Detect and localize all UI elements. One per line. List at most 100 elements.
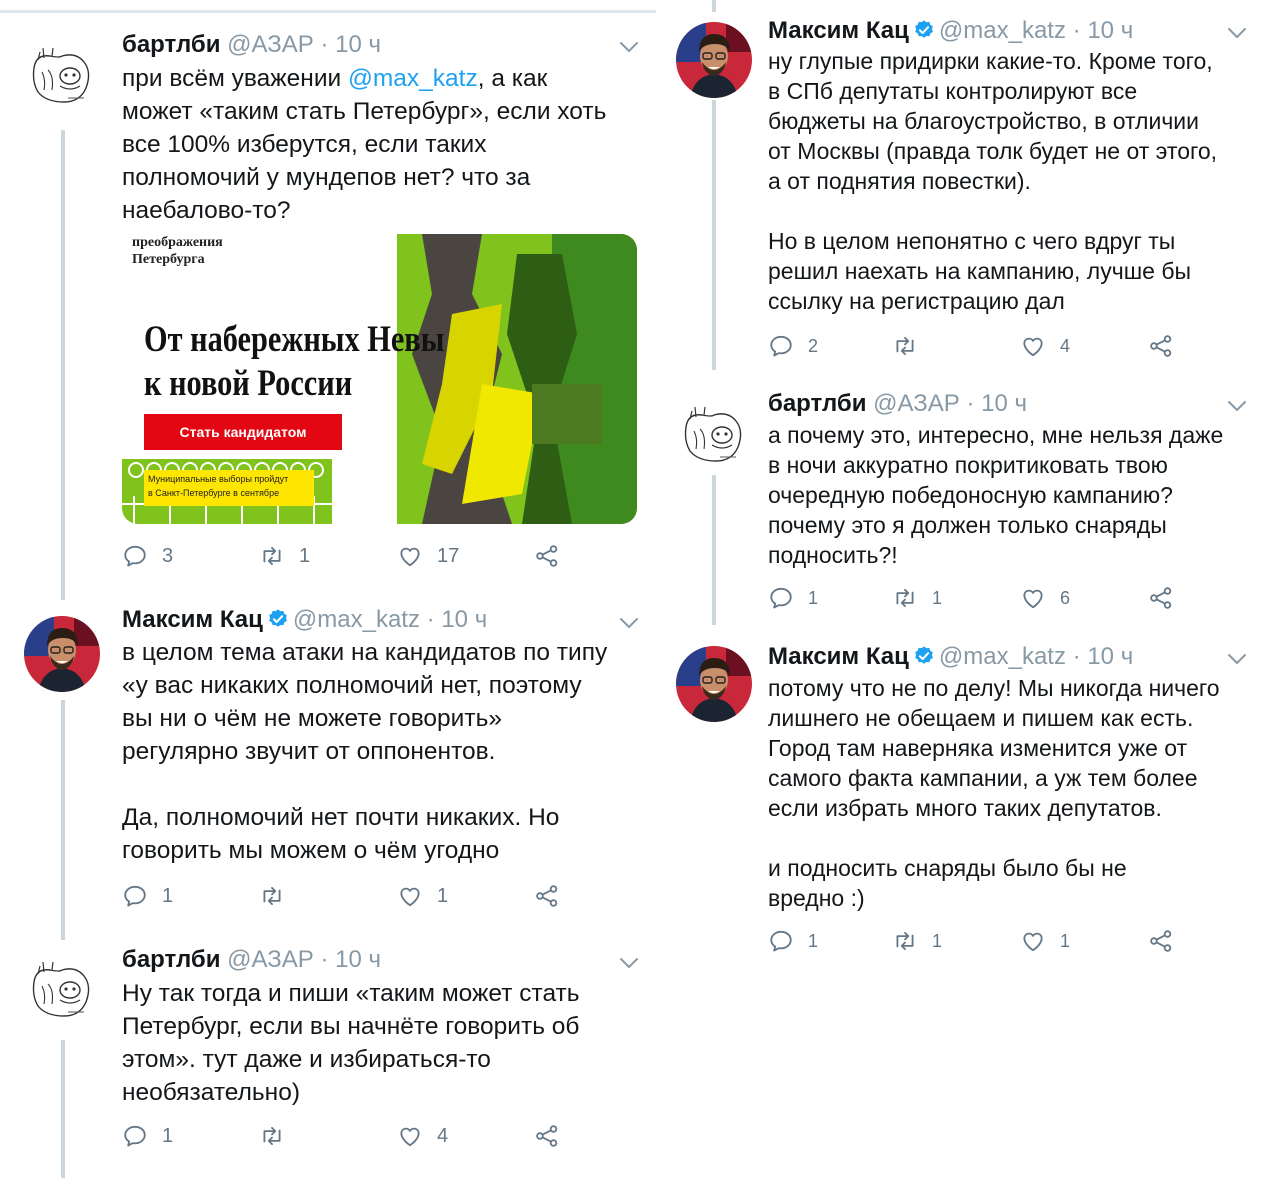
tweet-header: Максим Кац @max_katz · 10 ч: [768, 642, 1133, 672]
avatar[interactable]: [24, 38, 100, 114]
author-handle[interactable]: @max_katz: [939, 17, 1066, 44]
timestamp[interactable]: 10 ч: [441, 606, 487, 633]
separator-dot: ·: [1072, 643, 1081, 670]
author-name[interactable]: Максим Кац: [768, 17, 909, 44]
author-handle[interactable]: @АЗАР: [873, 390, 960, 417]
tweet-header: бартлби @АЗАР · 10 ч: [768, 389, 1027, 419]
author-name[interactable]: бартлби: [122, 31, 220, 58]
avatar[interactable]: [24, 616, 100, 692]
author-handle[interactable]: @max_katz: [293, 606, 420, 633]
like-button[interactable]: 4: [1020, 333, 1070, 359]
avatar-drawing-icon: [24, 38, 100, 114]
tweet-header: Максим Кац @max_katz · 10 ч: [122, 605, 487, 635]
share-icon: [1148, 928, 1174, 954]
author-handle[interactable]: @АЗАР: [227, 31, 314, 58]
retweet-button[interactable]: [259, 883, 299, 909]
retweet-button[interactable]: [892, 333, 932, 359]
tweet-actions: 1 1 6: [768, 585, 1268, 615]
author-name[interactable]: бартлби: [122, 946, 220, 973]
separator-dot: ·: [320, 31, 329, 58]
avatar[interactable]: [24, 952, 100, 1028]
avatar[interactable]: [676, 397, 752, 473]
retweet-button[interactable]: 1: [892, 585, 942, 611]
reply-button[interactable]: 1: [768, 928, 818, 954]
mention-link[interactable]: @max_katz: [348, 65, 478, 92]
author-name[interactable]: Максим Кац: [768, 643, 909, 670]
like-button[interactable]: 17: [397, 543, 459, 569]
like-button[interactable]: 4: [397, 1123, 448, 1149]
retweet-icon: [892, 928, 918, 954]
timestamp[interactable]: 10 ч: [1087, 17, 1133, 44]
retweet-icon: [259, 1123, 285, 1149]
like-button[interactable]: 6: [1020, 585, 1070, 611]
share-button[interactable]: [534, 883, 574, 909]
avatar[interactable]: [676, 646, 752, 722]
author-handle[interactable]: @max_katz: [939, 643, 1066, 670]
like-count: 17: [437, 544, 460, 567]
left-screenshot-panel: бартлби @АЗАР · 10 ч при всём уважении @…: [0, 0, 656, 1178]
like-count: 4: [437, 1124, 449, 1147]
author-name[interactable]: Максим Кац: [122, 606, 263, 633]
chevron-down-icon[interactable]: [1226, 652, 1248, 666]
timestamp[interactable]: 10 ч: [1087, 643, 1133, 670]
tweet: бартлби @АЗАР · 10 ч при всём уважении @…: [0, 0, 656, 590]
share-button[interactable]: [534, 1123, 574, 1149]
retweet-icon: [892, 333, 918, 359]
retweet-icon: [892, 585, 918, 611]
share-button[interactable]: [1148, 333, 1188, 359]
tweet-header: бартлби @АЗАР · 10 ч: [122, 30, 381, 60]
reply-button[interactable]: 3: [122, 543, 173, 569]
timestamp[interactable]: 10 ч: [335, 31, 381, 58]
timestamp[interactable]: 10 ч: [335, 946, 381, 973]
like-count: 1: [1060, 930, 1071, 951]
tweet-header: Максим Кац @max_katz · 10 ч: [768, 16, 1133, 46]
retweet-count: 1: [932, 587, 943, 608]
tweet-header: бартлби @АЗАР · 10 ч: [122, 945, 381, 975]
share-button[interactable]: [1148, 585, 1188, 611]
reply-button[interactable]: 2: [768, 333, 818, 359]
tweet-text: потому что не по делу! Мы никогда ничего…: [768, 675, 1220, 911]
like-icon: [1020, 585, 1046, 611]
tweet-text: ну глупые придирки какие-то. Кроме того,…: [768, 48, 1218, 314]
share-icon: [1148, 585, 1174, 611]
chevron-down-icon[interactable]: [1226, 399, 1248, 413]
retweet-button[interactable]: [259, 1123, 299, 1149]
like-icon: [397, 883, 423, 909]
like-count: 4: [1060, 335, 1071, 356]
avatar-drawing-icon: [676, 397, 752, 473]
chevron-down-icon[interactable]: [1226, 26, 1248, 40]
author-handle[interactable]: @АЗАР: [227, 946, 314, 973]
tweet-actions: 3 1 17: [122, 543, 642, 573]
tweet-text: Ну так тогда и пиши «таким может стать П…: [122, 980, 580, 1106]
promo-image-card[interactable]: преображения Петербурга От набережных Не…: [122, 234, 637, 524]
author-name[interactable]: бартлби: [768, 390, 866, 417]
reply-button[interactable]: 1: [122, 1123, 173, 1149]
retweet-icon: [259, 883, 285, 909]
retweet-button[interactable]: 1: [892, 928, 942, 954]
avatar[interactable]: [676, 22, 752, 98]
reply-button[interactable]: 1: [768, 585, 818, 611]
reply-count: 1: [162, 884, 174, 907]
chevron-down-icon[interactable]: [618, 956, 640, 970]
candidate-cta-button[interactable]: Стать кандидатом: [144, 414, 342, 450]
chevron-down-icon[interactable]: [618, 40, 640, 54]
tweet-text: а почему это, интересно, мне нельзя даже…: [768, 422, 1224, 568]
verified-badge-icon: [913, 19, 935, 41]
chevron-down-icon[interactable]: [618, 616, 640, 630]
tweet-actions: 1 1: [122, 883, 642, 913]
reply-button[interactable]: 1: [122, 883, 173, 909]
separator-dot: ·: [966, 390, 975, 417]
tweet: бартлби @АЗАР · 10 ч а почему это, интер…: [660, 385, 1280, 630]
promo-headline-line: к новой России: [144, 363, 353, 404]
like-button[interactable]: 1: [1020, 928, 1070, 954]
share-button[interactable]: [1148, 928, 1188, 954]
retweet-button[interactable]: 1: [259, 543, 310, 569]
retweet-icon: [259, 543, 285, 569]
share-icon: [534, 883, 560, 909]
like-button[interactable]: 1: [397, 883, 448, 909]
separator-dot: ·: [426, 606, 435, 633]
share-button[interactable]: [534, 543, 574, 569]
avatar-photo-icon: [676, 646, 752, 722]
reply-icon: [768, 585, 794, 611]
timestamp[interactable]: 10 ч: [981, 390, 1027, 417]
